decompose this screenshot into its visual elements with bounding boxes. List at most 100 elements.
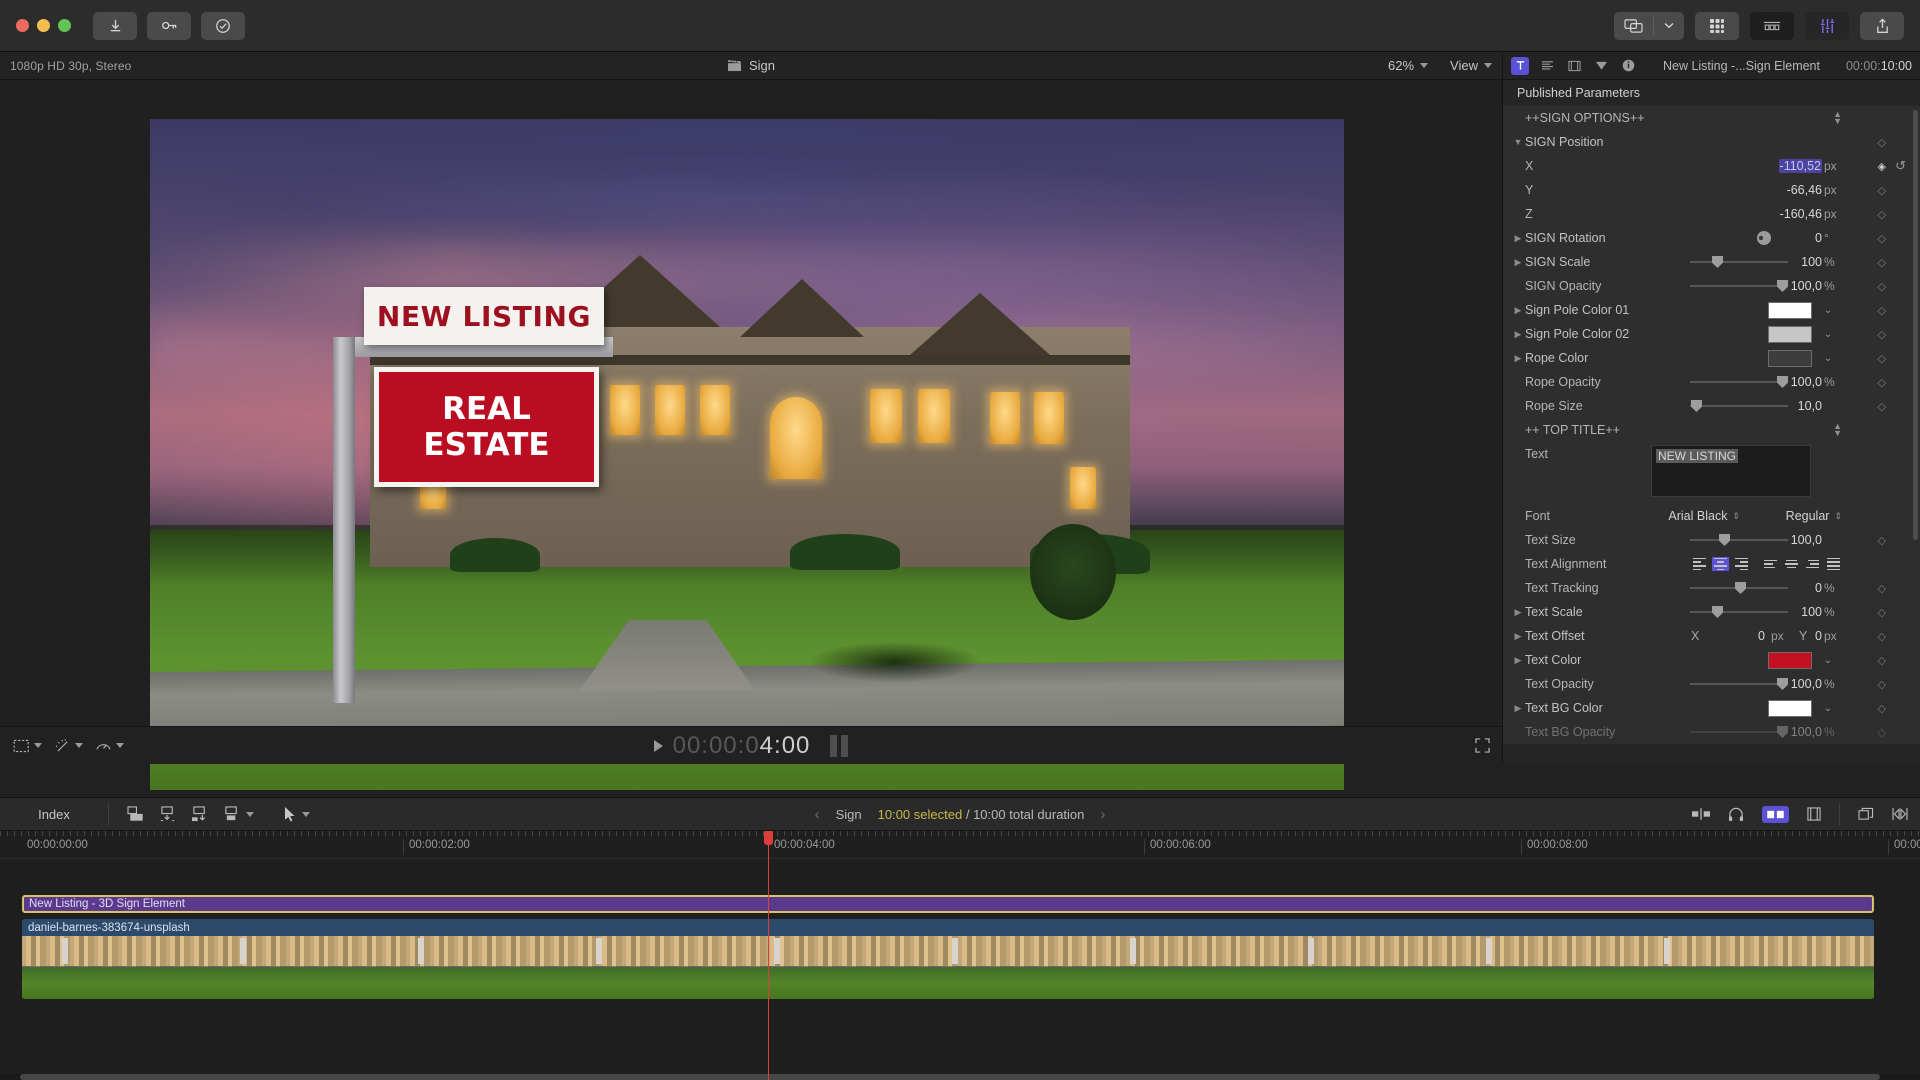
param-value-z[interactable]: -160,46 xyxy=(1692,207,1822,221)
tab-text-layout[interactable] xyxy=(1538,57,1556,75)
keyframe-diamond-icon[interactable]: ◇ xyxy=(1878,304,1886,317)
airplay-button[interactable] xyxy=(1614,12,1653,40)
keyframe-diamond-icon[interactable]: ◇ xyxy=(1878,534,1886,547)
param-value-text-scale[interactable]: 100 xyxy=(1692,605,1822,619)
chevron-down-icon[interactable]: ⌄ xyxy=(1824,703,1832,714)
param-row-text-size[interactable]: Text Size 100,0 ◇ xyxy=(1503,528,1920,552)
reset-icon[interactable]: ↺ xyxy=(1895,158,1906,174)
inspector-scrollbar[interactable] xyxy=(1913,110,1918,540)
keyframe-diamond-icon[interactable]: ◇ xyxy=(1878,678,1886,691)
param-row-rope-opacity[interactable]: Rope Opacity 100,0 % ◇ xyxy=(1503,370,1920,394)
keyframe-active-icon[interactable]: ◈ xyxy=(1878,160,1886,173)
disclosure-triangle-right-icon[interactable]: ▶ xyxy=(1511,233,1525,244)
font-style-dropdown[interactable]: Regular ⇕ xyxy=(1786,509,1842,523)
clip-appearance-menu[interactable] xyxy=(1858,807,1874,821)
keyframe-diamond-icon[interactable]: ◇ xyxy=(1878,582,1886,595)
browser-button[interactable] xyxy=(1695,11,1739,40)
keyframe-diamond-icon[interactable]: ◇ xyxy=(1878,136,1886,149)
keyframe-diamond-icon[interactable]: ◇ xyxy=(1878,654,1886,667)
timeline-clip-title[interactable]: New Listing - 3D Sign Element xyxy=(22,895,1874,913)
param-value-rotation[interactable]: 0 xyxy=(1692,231,1822,245)
zoom-level-menu[interactable]: 62% xyxy=(1388,58,1429,73)
align-left-icon[interactable] xyxy=(1691,557,1708,571)
timeline-ruler[interactable]: 00:00:00:00 00:00:02:00 00:00:04:00 00:0… xyxy=(0,831,1920,859)
viewer-canvas[interactable]: NEW LISTING REAL ESTATE 00:00:04:00 xyxy=(0,80,1502,790)
disclosure-triangle-right-icon[interactable]: ▶ xyxy=(1511,631,1525,642)
param-row-text-alignment[interactable]: Text Alignment xyxy=(1503,552,1920,576)
minimize-button[interactable] xyxy=(37,19,50,32)
keyframe-diamond-icon[interactable]: ◇ xyxy=(1878,208,1886,221)
disclosure-triangle-down-icon[interactable]: ▼ xyxy=(1511,137,1525,147)
param-row-sign-scale[interactable]: ▶ SIGN Scale 100 % ◇ xyxy=(1503,250,1920,274)
align-middle-icon[interactable] xyxy=(1783,557,1800,571)
viewer-timecode[interactable]: 00:00:04:00 xyxy=(0,732,1502,760)
align-bottom-icon[interactable] xyxy=(1804,557,1821,571)
param-row-text-color[interactable]: ▶ Text Color ⌄ ◇ xyxy=(1503,648,1920,672)
keyframe-diamond-icon[interactable]: ◇ xyxy=(1878,280,1886,293)
param-value-sign-scale[interactable]: 100 xyxy=(1692,255,1822,269)
timeline-canvas[interactable]: New Listing - 3D Sign Element daniel-bar… xyxy=(0,859,1920,1080)
param-value-x[interactable]: -110,52 xyxy=(1692,159,1822,173)
param-value-sign-opacity[interactable]: 100,0 xyxy=(1692,279,1822,293)
audio-skimming-button[interactable] xyxy=(1728,807,1744,822)
param-row-text-tracking[interactable]: Text Tracking 0 % ◇ xyxy=(1503,576,1920,600)
param-row-text-opacity[interactable]: Text Opacity 100,0 % ◇ xyxy=(1503,672,1920,696)
param-value-text-tracking[interactable]: 0 xyxy=(1692,581,1822,595)
clip-appearance-button[interactable] xyxy=(1692,808,1710,820)
keyframe-diamond-icon[interactable]: ◇ xyxy=(1878,702,1886,715)
text-input-field[interactable]: NEW LISTING xyxy=(1651,445,1811,497)
disclosure-triangle-right-icon[interactable]: ▶ xyxy=(1511,703,1525,714)
keyframe-diamond-icon[interactable]: ◇ xyxy=(1878,376,1886,389)
timeline-button[interactable] xyxy=(1750,11,1794,40)
param-value-rope-opacity[interactable]: 100,0 xyxy=(1692,375,1822,389)
airplay-menu-button[interactable] xyxy=(1654,12,1684,40)
disclosure-triangle-right-icon[interactable]: ▶ xyxy=(1511,305,1525,316)
param-value-text-size[interactable]: 100,0 xyxy=(1692,533,1822,547)
param-value-y[interactable]: -66,46 xyxy=(1692,183,1822,197)
param-row-rope-color[interactable]: ▶ Rope Color ⌄ ◇ xyxy=(1503,346,1920,370)
param-row-font[interactable]: Font Arial Black ⇕ Regular ⇕ xyxy=(1503,504,1920,528)
share-button[interactable] xyxy=(1860,11,1904,40)
param-row-text-offset[interactable]: ▶ Text Offset X 0 px Y 0 px ◇ xyxy=(1503,624,1920,648)
tab-info[interactable] xyxy=(1619,57,1637,75)
param-value-rope-size[interactable]: 10,0 xyxy=(1692,399,1822,413)
keyframe-diamond-icon[interactable]: ◇ xyxy=(1878,232,1886,245)
keyframe-diamond-icon[interactable]: ◇ xyxy=(1878,726,1886,739)
param-row-text-bg-color[interactable]: ▶ Text BG Color ⌄ ◇ xyxy=(1503,696,1920,720)
stepper-icon[interactable]: ▲ ▼ xyxy=(1833,422,1842,438)
snapping-button[interactable] xyxy=(1807,807,1821,821)
playhead-knob[interactable] xyxy=(764,831,773,845)
view-menu[interactable]: View xyxy=(1450,58,1492,73)
align-top-icon[interactable] xyxy=(1762,557,1779,571)
param-row-text-scale[interactable]: ▶ Text Scale 100 % ◇ xyxy=(1503,600,1920,624)
param-row-y[interactable]: Y -66,46 px ◇ xyxy=(1503,178,1920,202)
param-row-sign-rotation[interactable]: ▶ SIGN Rotation 0 ° ◇ xyxy=(1503,226,1920,250)
timeline-clip-video[interactable]: daniel-barnes-383674-unsplash xyxy=(22,919,1874,999)
disclosure-triangle-right-icon[interactable]: ▶ xyxy=(1511,329,1525,340)
fullscreen-button[interactable] xyxy=(1475,738,1490,753)
text-offset-y-value[interactable]: 0 xyxy=(1692,629,1822,643)
chevron-down-icon[interactable]: ⌄ xyxy=(1824,305,1832,316)
tab-color[interactable] xyxy=(1592,57,1610,75)
chevron-down-icon[interactable]: ⌄ xyxy=(1824,329,1832,340)
param-value-text-opacity[interactable]: 100,0 xyxy=(1692,677,1822,691)
tab-video[interactable] xyxy=(1565,57,1583,75)
keyframe-diamond-icon[interactable]: ◇ xyxy=(1878,606,1886,619)
keyframe-diamond-icon[interactable]: ◇ xyxy=(1878,400,1886,413)
solo-button[interactable] xyxy=(1762,805,1789,823)
keyframe-diamond-icon[interactable]: ◇ xyxy=(1878,630,1886,643)
close-button[interactable] xyxy=(16,19,29,32)
chevron-down-icon[interactable]: ⌄ xyxy=(1824,353,1832,364)
zoom-fit-button[interactable] xyxy=(1892,807,1908,821)
playhead[interactable] xyxy=(764,831,773,1080)
keyframe-diamond-icon[interactable]: ◇ xyxy=(1878,328,1886,341)
inspector-button[interactable] xyxy=(1805,11,1849,40)
param-row-sign-options[interactable]: ++SIGN OPTIONS++ ▲ ▼ xyxy=(1503,106,1920,130)
keyframe-diamond-icon[interactable]: ◇ xyxy=(1878,256,1886,269)
disclosure-triangle-right-icon[interactable]: ▶ xyxy=(1511,655,1525,666)
param-row-z[interactable]: Z -160,46 px ◇ xyxy=(1503,202,1920,226)
disclosure-triangle-right-icon[interactable]: ▶ xyxy=(1511,607,1525,618)
keyword-button[interactable] xyxy=(147,11,191,40)
nav-back-button[interactable]: ‹ xyxy=(815,806,820,823)
param-row-text-bg-opacity[interactable]: Text BG Opacity 100,0 % ◇ xyxy=(1503,720,1920,744)
